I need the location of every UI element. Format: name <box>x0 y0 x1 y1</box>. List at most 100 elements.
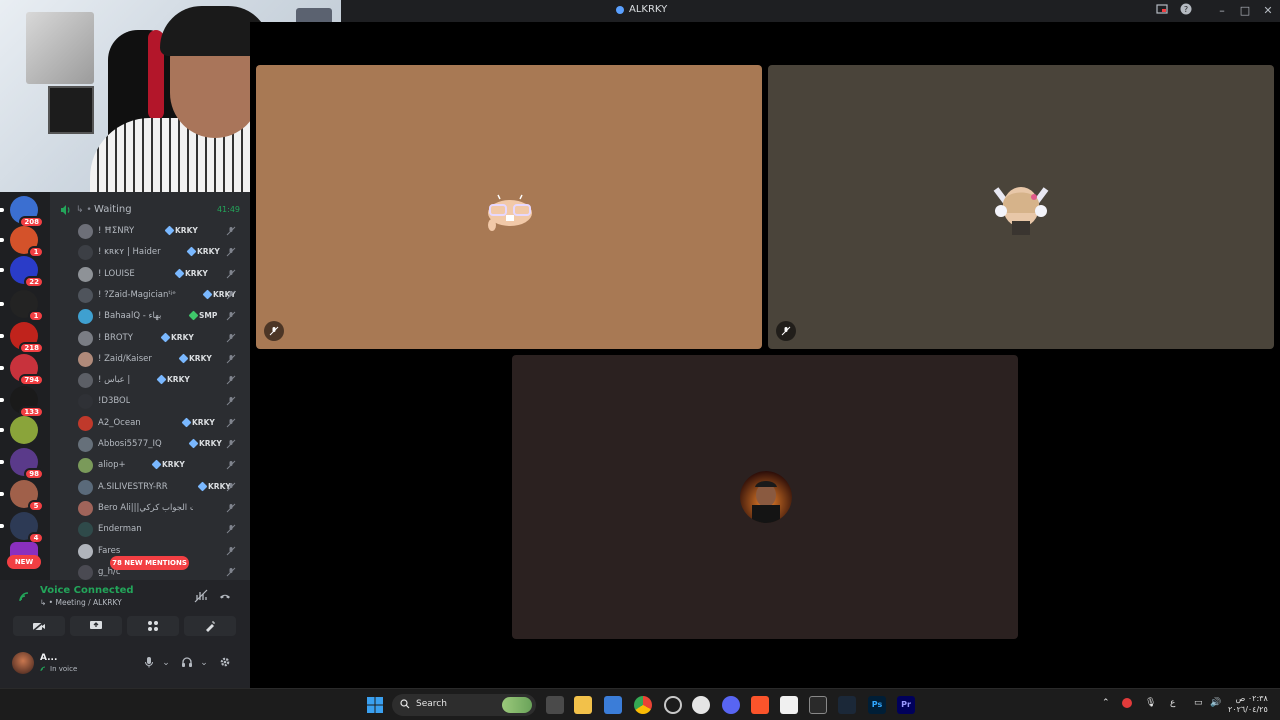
member-row[interactable]: ! LOUISE KRKY <box>76 265 246 285</box>
activities-icon <box>148 621 158 631</box>
file-explorer-icon[interactable] <box>574 696 592 714</box>
capcut-icon[interactable] <box>809 696 827 714</box>
inbox-icon[interactable] <box>1154 3 1170 19</box>
member-row[interactable]: Abbosi5577_IQ KRKY <box>76 435 246 455</box>
gem-icon <box>156 374 167 385</box>
server-icon[interactable]: 218 <box>0 322 44 354</box>
start-windows-icon[interactable] <box>366 696 384 714</box>
member-guild-tag-text: KRKY <box>199 439 222 448</box>
member-row[interactable]: ! BahaalQ - بهاء SMP <box>76 307 246 327</box>
voice-connected-subtitle[interactable]: ↳ • Meeting / ALKRKY <box>40 598 122 607</box>
noise-suppression-icon[interactable] <box>194 589 208 603</box>
audio-options-chevron-icon[interactable]: ⌄ <box>197 656 211 670</box>
steelseries-icon[interactable] <box>692 696 710 714</box>
input-language-indicator[interactable]: ع <box>1170 698 1175 708</box>
server-icon[interactable]: 208 <box>0 196 44 228</box>
notepad-icon[interactable] <box>780 696 798 714</box>
new-mentions-banner[interactable]: 78 NEW MENTIONS <box>110 556 189 570</box>
member-row[interactable]: A2_Ocean KRKY <box>76 414 246 434</box>
brave-browser-icon[interactable] <box>751 696 769 714</box>
member-row[interactable]: ! ĸʀĸʏ | Haider KRKY <box>76 243 246 263</box>
voice-channel-waiting[interactable]: ↳ • Waiting 41:49 <box>50 202 250 220</box>
volume-icon[interactable]: 🔊 <box>1210 698 1221 708</box>
steam-icon[interactable] <box>838 696 856 714</box>
tray-overflow-chevron-icon[interactable]: ⌃ <box>1102 698 1110 708</box>
server-icon[interactable]: 98 <box>0 448 44 480</box>
deafened-icon <box>226 546 236 555</box>
member-name: !D3BOL <box>98 396 131 407</box>
server-icon[interactable] <box>0 416 38 444</box>
member-row[interactable]: ! Zaid/Kaiser KRKY <box>76 350 246 370</box>
member-row[interactable]: Enderman <box>76 520 246 540</box>
new-unreads-button[interactable]: NEW <box>7 555 41 569</box>
svg-text:?: ? <box>1184 5 1188 14</box>
server-icon[interactable]: 133 <box>0 386 44 418</box>
voice-connected-channel: Meeting / ALKRKY <box>55 598 122 607</box>
member-row[interactable]: ! ĦΣΝRY KRKY <box>76 222 246 242</box>
maximize-icon[interactable]: □ <box>1237 3 1253 19</box>
mic-options-chevron-icon[interactable]: ⌄ <box>159 656 173 670</box>
screen-share-button[interactable] <box>70 616 122 636</box>
taskbar: Search Ps Pr ⌃ 🎙 ع ▭ 🔊 ٠٢:٣٨ ص ٢٠٢٦/٠٤/٢… <box>0 688 1280 720</box>
participant-tile-2[interactable] <box>768 65 1274 349</box>
server-icon[interactable]: 22 <box>0 256 44 288</box>
member-name: A2_Ocean <box>98 417 141 428</box>
member-row[interactable]: A.SİLİVESTRY-RR KRKY <box>76 478 246 498</box>
member-name: ! ĦΣΝRY <box>98 226 135 236</box>
task-view-icon[interactable] <box>546 696 564 714</box>
participant-tile-3[interactable] <box>512 355 1018 639</box>
soundboard-button[interactable] <box>184 616 236 636</box>
tray-microphone-icon[interactable]: 🎙 <box>1145 698 1156 708</box>
member-row[interactable]: ! BROTY KRKY <box>76 329 246 349</box>
search-highlight-image <box>502 697 532 713</box>
participant-tile-1[interactable] <box>256 65 762 349</box>
help-icon[interactable]: ? <box>1178 3 1194 19</box>
member-row[interactable]: ! ?Zaid-Magicianᵗʲᵉ KRKY <box>76 286 246 306</box>
member-name: ! ?Zaid-Magicianᵗʲᵉ <box>98 289 176 300</box>
member-name: ! LOUISE <box>98 268 135 279</box>
discord-icon[interactable] <box>722 696 740 714</box>
member-avatar <box>78 437 93 452</box>
microsoft-store-icon[interactable] <box>604 696 622 714</box>
camera-toggle-button[interactable] <box>13 616 65 636</box>
taskbar-search[interactable]: Search <box>392 694 536 716</box>
silver-play-button-plaque <box>26 12 94 84</box>
deafened-icon <box>226 269 236 278</box>
channel-panel: ↳ • Waiting 41:49 ! ĦΣΝRY KRKY! ĸʀĸʏ | Ha… <box>50 192 250 580</box>
server-badge: 794 <box>19 374 44 386</box>
unread-pill <box>0 268 4 272</box>
member-row[interactable]: ! عباس | KRKY <box>76 371 246 391</box>
close-icon[interactable]: ✕ <box>1260 3 1276 19</box>
server-icon[interactable]: 794 <box>0 354 44 386</box>
server-icon[interactable]: 5 <box>0 480 44 512</box>
member-row[interactable]: !D3BOL <box>76 392 246 412</box>
member-name: Fares <box>98 545 121 556</box>
channel-link-icon: ↳ • <box>76 205 92 215</box>
server-icon[interactable]: 1 <box>0 226 44 258</box>
tray-app-icon[interactable] <box>1122 698 1132 708</box>
app-icon-circle[interactable] <box>664 696 682 714</box>
unread-pill <box>0 366 4 370</box>
headphones-icon[interactable] <box>180 656 194 670</box>
premiere-pro-icon[interactable]: Pr <box>897 696 915 714</box>
member-name: ! BahaalQ - بهاء <box>98 311 162 322</box>
member-avatar <box>78 224 93 239</box>
member-row[interactable]: Bero Ali|||علي عرفت الجواب كركي <box>76 499 246 519</box>
server-icon[interactable]: 4 <box>0 512 44 544</box>
server-icon[interactable] <box>10 542 38 556</box>
connection-signal-icon[interactable] <box>18 591 30 603</box>
tray-display-icon[interactable]: ▭ <box>1194 698 1203 708</box>
settings-gear-icon[interactable] <box>218 656 232 670</box>
microphone-icon[interactable] <box>142 656 156 670</box>
disconnect-icon[interactable] <box>218 589 232 603</box>
photoshop-icon[interactable]: Ps <box>868 696 886 714</box>
minimize-icon[interactable]: – <box>1214 3 1230 19</box>
taskbar-clock[interactable]: ٠٢:٣٨ ص ٢٠٢٦/٠٤/٢٥ <box>1228 693 1268 715</box>
member-row[interactable]: aliop+ KRKY <box>76 456 246 476</box>
server-icon[interactable]: 1 <box>0 290 44 322</box>
user-avatar[interactable] <box>12 652 34 674</box>
activities-button[interactable] <box>127 616 179 636</box>
chrome-icon[interactable] <box>634 696 652 714</box>
member-name: ! عباس | <box>98 375 131 386</box>
soundboard-icon <box>206 621 215 632</box>
